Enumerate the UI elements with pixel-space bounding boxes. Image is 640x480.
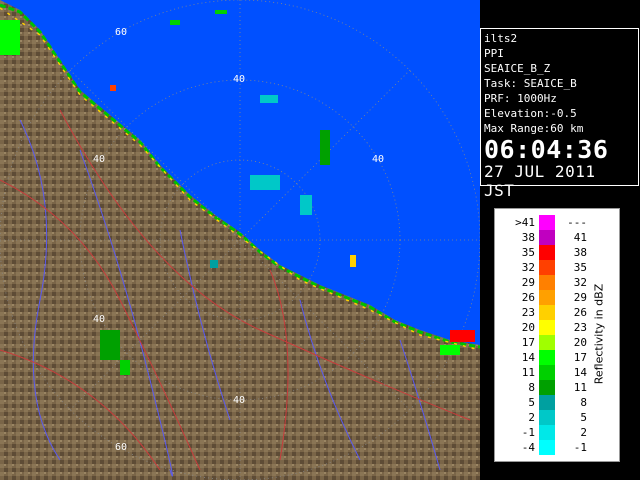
prf-value: PRF: 1000Hz <box>484 92 557 105</box>
range-label: 60 <box>115 442 127 453</box>
legend-low-value: 32 <box>521 261 535 274</box>
legend-high-value: 29 <box>573 291 587 304</box>
legend-high-value: 14 <box>573 366 587 379</box>
legend-color-swatch <box>539 275 555 290</box>
legend-low-value: 23 <box>521 306 535 319</box>
legend-row: -1 2 <box>495 425 621 440</box>
legend-title: Reflectivity in dBZ <box>592 283 606 385</box>
legend-low-value: 35 <box>521 246 535 259</box>
legend-high-value: 41 <box>573 231 587 244</box>
legend-color-swatch <box>539 410 555 425</box>
legend-row: 38 41 <box>495 230 621 245</box>
legend-color-swatch <box>539 305 555 320</box>
legend-low-value: 8 <box>528 381 535 394</box>
legend-color-swatch <box>539 365 555 380</box>
task-name: Task: SEAICE_B <box>484 77 577 90</box>
legend-color-swatch <box>539 395 555 410</box>
legend-color-swatch <box>539 215 555 230</box>
max-range-value: Max Range:60 km <box>484 122 584 135</box>
legend-row: 32 35 <box>495 260 621 275</box>
scan-date: 27 JUL 2011 JST <box>484 162 596 200</box>
legend-color-swatch <box>539 290 555 305</box>
legend-color-swatch <box>539 230 555 245</box>
legend-low-value: 29 <box>521 276 535 289</box>
legend-color-swatch <box>539 260 555 275</box>
legend-color-swatch <box>539 320 555 335</box>
range-label: 60 <box>115 27 127 38</box>
product-name: SEAICE_B_Z <box>484 62 551 75</box>
range-label: 40 <box>233 395 245 406</box>
legend-low-value: 5 <box>528 396 535 409</box>
legend-row: 58 <box>495 395 621 410</box>
legend-high-value: 17 <box>573 351 587 364</box>
legend-low-value: -1 <box>521 426 535 439</box>
range-label: 40 <box>93 314 105 325</box>
legend-low-value: 26 <box>521 291 535 304</box>
scan-mode: PPI <box>484 47 504 60</box>
legend-high-value: 32 <box>573 276 587 289</box>
legend-color-swatch <box>539 350 555 365</box>
legend-high-value: 35 <box>573 261 587 274</box>
radar-ppi-display[interactable]: 60 40 40 40 40 40 60 <box>0 0 480 480</box>
range-label: 40 <box>93 154 105 165</box>
legend-low-value: 20 <box>521 321 535 334</box>
legend-high-value: 8 <box>580 396 587 409</box>
reflectivity-legend: >41 --- 38 41 35 38 32 35 29 32 26 29 23 26 20 23 17 20 14… <box>494 208 620 462</box>
legend-row: 25 <box>495 410 621 425</box>
legend-high-value: -1 <box>573 441 587 454</box>
legend-high-value: 26 <box>573 306 587 319</box>
legend-color-swatch <box>539 425 555 440</box>
legend-high-value: 38 <box>573 246 587 259</box>
legend-high-value: 5 <box>580 411 587 424</box>
legend-low-value: 2 <box>528 411 535 424</box>
legend-low-value: -4 <box>521 441 535 454</box>
legend-color-swatch <box>539 380 555 395</box>
legend-color-swatch <box>539 335 555 350</box>
info-panel: ilts2 PPI SEAICE_B_Z Task: SEAICE_B PRF:… <box>480 28 639 200</box>
legend-low-value: 38 <box>521 231 535 244</box>
scan-time: 06:04:36 <box>484 135 609 164</box>
legend-high-value: 2 <box>580 426 587 439</box>
legend-low-value: 11 <box>521 366 535 379</box>
legend-high-value: --- <box>567 216 587 229</box>
legend-row: 35 38 <box>495 245 621 260</box>
legend-color-swatch <box>539 440 555 455</box>
legend-high-value: 23 <box>573 321 587 334</box>
legend-row: -4 -1 <box>495 440 621 455</box>
legend-high-value: 11 <box>573 381 587 394</box>
legend-row: >41 --- <box>495 215 621 230</box>
legend-low-value: 14 <box>521 351 535 364</box>
legend-high-value: 20 <box>573 336 587 349</box>
elevation-value: Elevation:-0.5 <box>484 107 577 120</box>
site-name: ilts2 <box>484 32 518 45</box>
legend-low-value: >41 <box>515 216 535 229</box>
range-label: 40 <box>372 154 384 165</box>
range-label: 40 <box>233 74 245 85</box>
legend-color-swatch <box>539 245 555 260</box>
legend-low-value: 17 <box>521 336 535 349</box>
